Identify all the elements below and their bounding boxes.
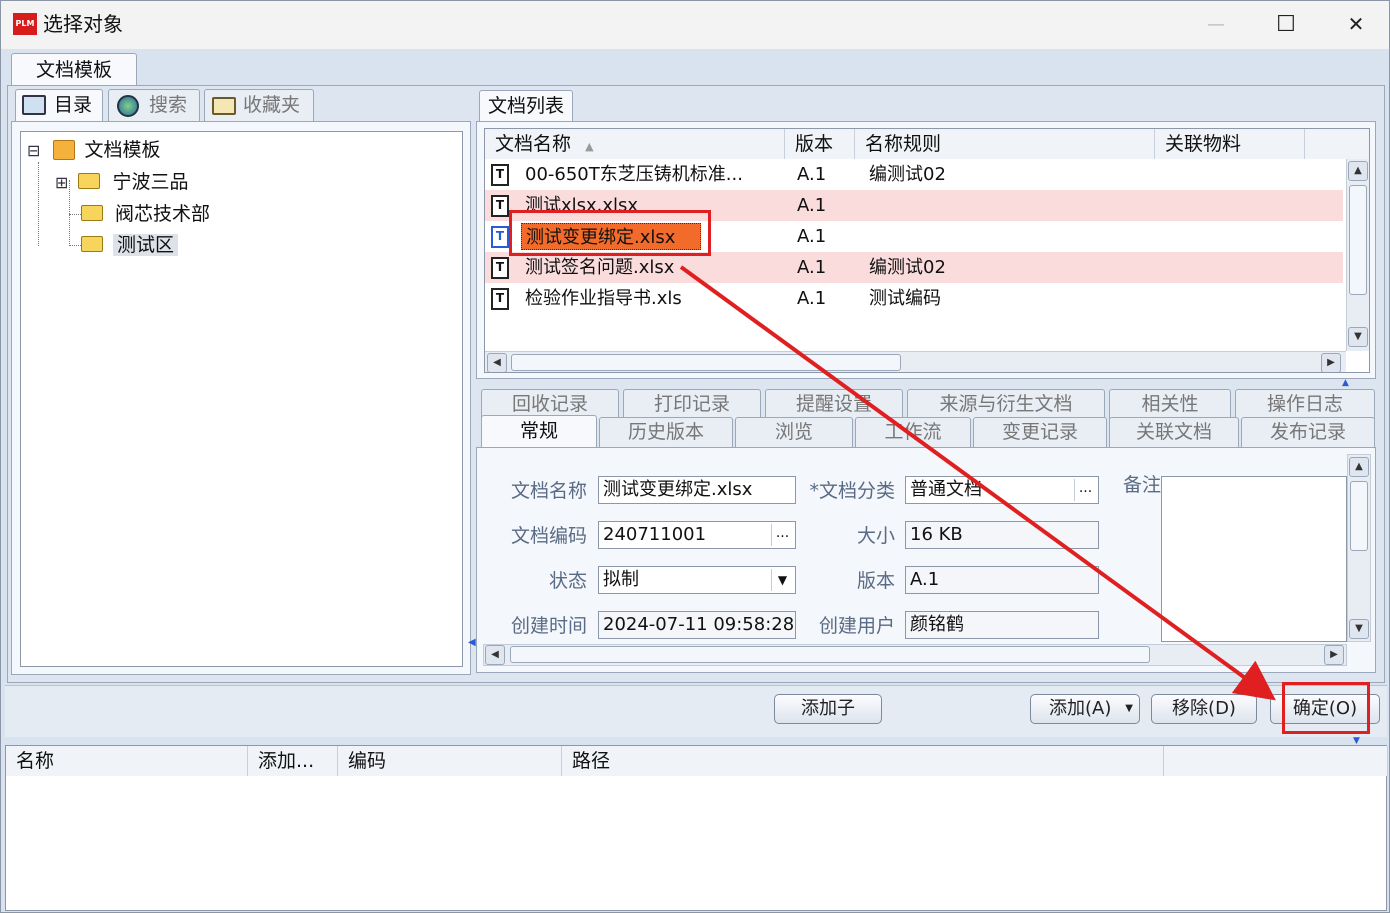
select-object-dialog: PLM 选择对象 — ☐ ✕ 文档模板 目录 搜索 收藏夹 ⊟ 文档模板 ⊞ 宁…	[0, 0, 1390, 913]
annotation-arrow	[679, 265, 1276, 701]
